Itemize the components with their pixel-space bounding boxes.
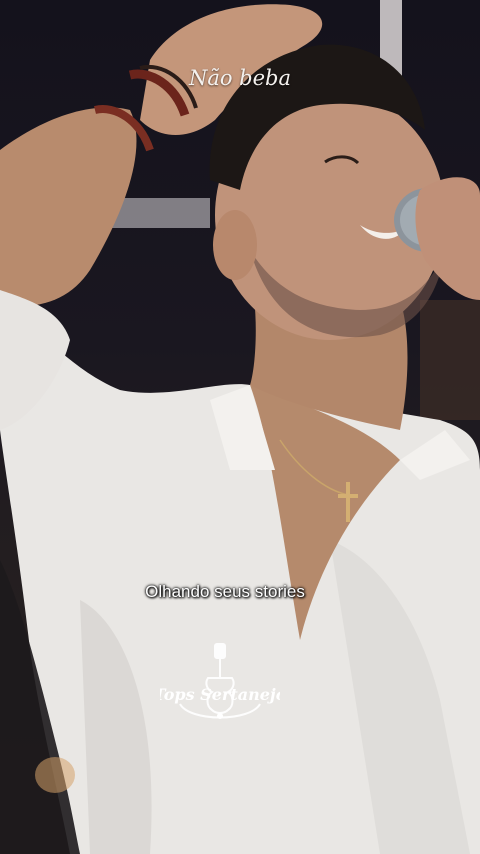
svg-text:Tops Sertanejo: Tops Sertanejo <box>160 685 280 704</box>
guitar-logo-icon: Tops Sertanejo <box>154 643 287 719</box>
lyrics-subtitle: Olhando seus stories <box>145 582 305 601</box>
song-title-text: Não beba <box>188 66 292 90</box>
video-frame: Não beba Olhando seus stories Tops Serta… <box>0 0 480 854</box>
watermark-logo: Tops Sertanejo <box>154 640 287 734</box>
